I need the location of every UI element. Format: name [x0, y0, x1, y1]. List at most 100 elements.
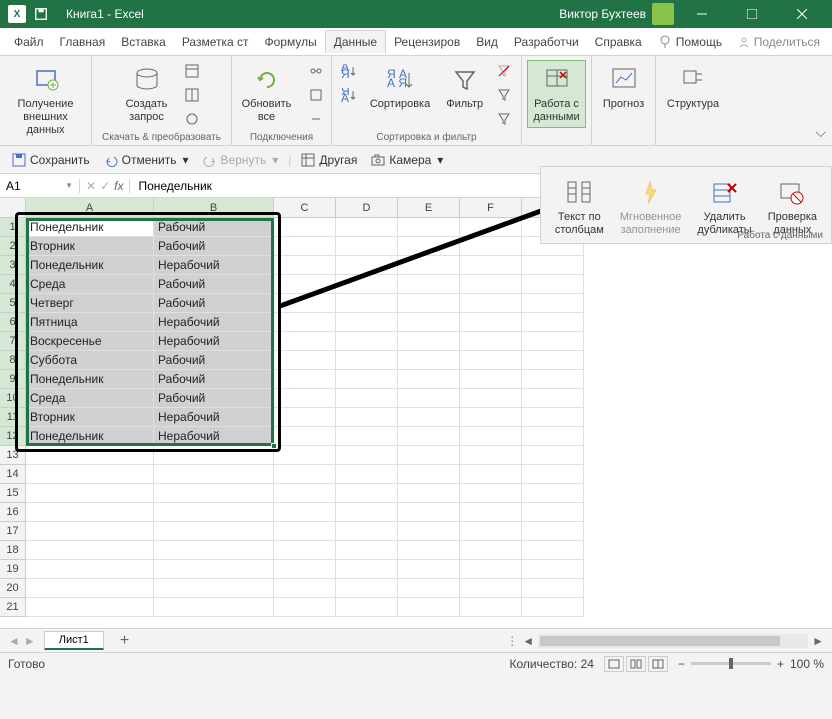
cell-B5[interactable]: Рабочий — [154, 294, 274, 313]
cell-G12[interactable] — [522, 427, 584, 446]
cell-F3[interactable] — [460, 256, 522, 275]
cell-B3[interactable]: Нерабочий — [154, 256, 274, 275]
tab-help[interactable]: Справка — [587, 31, 650, 53]
cell-C21[interactable] — [274, 598, 336, 617]
cell-E21[interactable] — [398, 598, 460, 617]
sort-asc-button[interactable]: АЯ — [338, 60, 360, 82]
cell-G17[interactable] — [522, 522, 584, 541]
cell-E2[interactable] — [398, 237, 460, 256]
cell-C20[interactable] — [274, 579, 336, 598]
cell-B9[interactable]: Рабочий — [154, 370, 274, 389]
show-queries-button[interactable] — [181, 60, 203, 82]
cell-E13[interactable] — [398, 446, 460, 465]
cell-B2[interactable]: Рабочий — [154, 237, 274, 256]
save-icon[interactable] — [34, 7, 48, 21]
cell-G3[interactable] — [522, 256, 584, 275]
cell-E5[interactable] — [398, 294, 460, 313]
data-tools-button[interactable]: Работа с данными — [527, 60, 585, 128]
row-header-14[interactable]: 14 — [0, 465, 26, 484]
cell-G6[interactable] — [522, 313, 584, 332]
spreadsheet-grid[interactable]: ABCDEFG 12345678910111213141516171819202… — [0, 198, 832, 628]
cell-F9[interactable] — [460, 370, 522, 389]
cell-G13[interactable] — [522, 446, 584, 465]
text-to-columns-button[interactable]: Текст по столбцам — [549, 173, 610, 241]
row-header-11[interactable]: 11 — [0, 408, 26, 427]
row-header-16[interactable]: 16 — [0, 503, 26, 522]
cell-A5[interactable]: Четверг — [26, 294, 154, 313]
tab-view[interactable]: Вид — [468, 31, 506, 53]
cell-B14[interactable] — [154, 465, 274, 484]
zoom-in-button[interactable]: + — [777, 657, 784, 671]
cell-E16[interactable] — [398, 503, 460, 522]
close-button[interactable] — [780, 0, 824, 28]
maximize-button[interactable] — [730, 0, 774, 28]
tab-home[interactable]: Главная — [52, 31, 114, 53]
cell-D20[interactable] — [336, 579, 398, 598]
cell-F10[interactable] — [460, 389, 522, 408]
cell-G10[interactable] — [522, 389, 584, 408]
cell-F19[interactable] — [460, 560, 522, 579]
tell-me-icon[interactable] — [658, 35, 672, 49]
hscroll-right[interactable]: ► — [812, 634, 824, 648]
selection-handle[interactable] — [271, 443, 277, 449]
cell-B8[interactable]: Рабочий — [154, 351, 274, 370]
collapse-ribbon-icon[interactable]: ⌵ — [815, 124, 826, 141]
cell-B10[interactable]: Рабочий — [154, 389, 274, 408]
cell-B6[interactable]: Нерабочий — [154, 313, 274, 332]
cell-B13[interactable] — [154, 446, 274, 465]
row-header-6[interactable]: 6 — [0, 313, 26, 332]
cell-E10[interactable] — [398, 389, 460, 408]
cell-D19[interactable] — [336, 560, 398, 579]
cell-A21[interactable] — [26, 598, 154, 617]
cell-E8[interactable] — [398, 351, 460, 370]
cell-A11[interactable]: Вторник — [26, 408, 154, 427]
cell-G18[interactable] — [522, 541, 584, 560]
advanced-filter-button[interactable] — [493, 108, 515, 130]
row-header-9[interactable]: 9 — [0, 370, 26, 389]
cell-G7[interactable] — [522, 332, 584, 351]
cell-B11[interactable]: Нерабочий — [154, 408, 274, 427]
fx-icon[interactable]: fx — [114, 179, 123, 193]
sheet-nav-prev[interactable]: ◄ — [8, 634, 20, 648]
cell-F18[interactable] — [460, 541, 522, 560]
cell-A16[interactable] — [26, 503, 154, 522]
cell-A15[interactable] — [26, 484, 154, 503]
cell-C2[interactable] — [274, 237, 336, 256]
cell-C7[interactable] — [274, 332, 336, 351]
cell-G4[interactable] — [522, 275, 584, 294]
cell-D3[interactable] — [336, 256, 398, 275]
cell-A19[interactable] — [26, 560, 154, 579]
reapply-button[interactable] — [493, 84, 515, 106]
cell-C6[interactable] — [274, 313, 336, 332]
column-header-E[interactable]: E — [398, 198, 460, 217]
cell-D6[interactable] — [336, 313, 398, 332]
tab-insert[interactable]: Вставка — [113, 31, 174, 53]
from-table-button[interactable] — [181, 84, 203, 106]
qat-save-button[interactable]: Сохранить — [8, 151, 94, 169]
hscroll-thumb[interactable] — [540, 636, 780, 646]
row-header-13[interactable]: 13 — [0, 446, 26, 465]
qat-camera-button[interactable]: Камера▾ — [367, 151, 447, 169]
sheet-nav-next[interactable]: ► — [24, 634, 36, 648]
cell-D16[interactable] — [336, 503, 398, 522]
user-name[interactable]: Виктор Бухтеев — [559, 7, 646, 21]
tab-formulas[interactable]: Формулы — [257, 31, 325, 53]
cell-C19[interactable] — [274, 560, 336, 579]
row-header-20[interactable]: 20 — [0, 579, 26, 598]
cell-E7[interactable] — [398, 332, 460, 351]
structure-button[interactable]: Структура — [661, 60, 725, 115]
cell-A10[interactable]: Среда — [26, 389, 154, 408]
row-header-2[interactable]: 2 — [0, 237, 26, 256]
hscroll-left[interactable]: ◄ — [522, 634, 534, 648]
clear-filter-button[interactable] — [493, 60, 515, 82]
cell-C8[interactable] — [274, 351, 336, 370]
column-header-A[interactable]: A — [26, 198, 154, 217]
cell-B18[interactable] — [154, 541, 274, 560]
cell-B21[interactable] — [154, 598, 274, 617]
cell-B15[interactable] — [154, 484, 274, 503]
cell-E19[interactable] — [398, 560, 460, 579]
cell-E6[interactable] — [398, 313, 460, 332]
zoom-slider[interactable] — [691, 662, 771, 665]
cell-F17[interactable] — [460, 522, 522, 541]
tab-layout[interactable]: Разметка ст — [174, 31, 257, 53]
